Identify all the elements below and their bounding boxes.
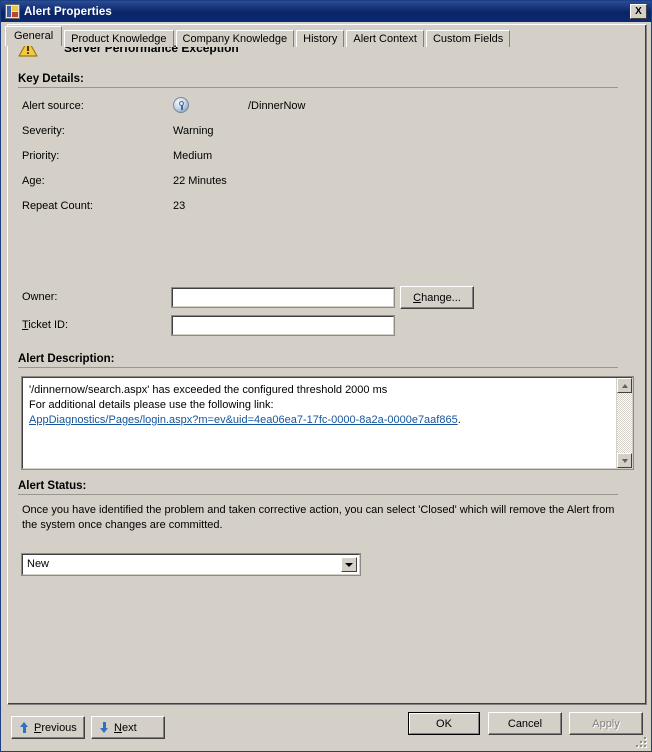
description-scrollbar[interactable]: [616, 378, 632, 468]
detail-value: Warning: [173, 125, 214, 137]
tab-alert-context[interactable]: Alert Context: [346, 30, 424, 47]
next-button[interactable]: Next: [91, 716, 165, 739]
detail-row-priority: Priority: Medium: [8, 146, 645, 171]
tab-custom-fields[interactable]: Custom Fields: [425, 30, 511, 47]
detail-row-severity: Severity: Warning: [8, 121, 645, 146]
owner-label: Owner:: [22, 291, 58, 303]
scroll-up-icon[interactable]: [617, 378, 632, 393]
description-line-3: AppDiagnostics/Pages/login.aspx?m=ev&uid…: [29, 413, 612, 428]
alert-status-heading: Alert Status:: [18, 480, 87, 492]
next-button-label: Next: [114, 721, 137, 734]
owner-input[interactable]: [171, 287, 395, 308]
ticket-id-label: Ticket ID:: [22, 319, 69, 331]
detail-label: Priority:: [22, 150, 60, 162]
tab-strip: General Product Knowledge Company Knowle…: [5, 26, 651, 47]
detail-value: 23: [173, 200, 186, 212]
ok-button-label: OK: [436, 717, 452, 730]
detail-label: Alert source:: [22, 100, 84, 112]
previous-button[interactable]: Previous: [11, 716, 85, 739]
key-details-list: Alert source: /DinnerNow Severity: Warni…: [8, 96, 645, 221]
tab-company-knowledge[interactable]: Company Knowledge: [175, 30, 295, 47]
previous-button-label: Previous: [34, 721, 77, 734]
detail-value: /DinnerNow: [248, 100, 306, 112]
apply-button[interactable]: Apply: [569, 712, 643, 735]
general-tab-page: Server Performance Exception Key Details…: [7, 24, 647, 705]
key-details-heading: Key Details:: [18, 73, 84, 85]
arrow-up-icon: [20, 722, 29, 733]
detail-label: Age:: [22, 175, 45, 187]
alert-status-dropdown[interactable]: New: [21, 553, 361, 576]
title-bar: Alert Properties X: [1, 1, 651, 22]
resize-grip[interactable]: [635, 735, 649, 749]
link-suffix: .: [457, 414, 461, 426]
chevron-down-icon[interactable]: [341, 557, 357, 572]
alert-status-value: New: [27, 558, 50, 570]
detail-row-repeat-count: Repeat Count: 23: [8, 196, 645, 221]
apply-button-label: Apply: [592, 717, 620, 730]
alert-status-rule: [18, 494, 618, 495]
scroll-down-icon[interactable]: [617, 453, 632, 468]
app-diagnostics-link[interactable]: AppDiagnostics/Pages/login.aspx?m=ev&uid…: [29, 414, 458, 426]
alert-description-box[interactable]: '/dinnernow/search.aspx' has exceeded th…: [21, 376, 634, 470]
description-line-2: For additional details please use the fo…: [29, 399, 274, 411]
detail-row-alert-source: Alert source: /DinnerNow: [8, 96, 645, 121]
tab-general[interactable]: General: [5, 26, 63, 46]
window-title: Alert Properties: [24, 5, 112, 18]
alert-properties-dialog: Alert Properties X General Product Knowl…: [0, 0, 652, 752]
key-details-rule: [18, 87, 618, 88]
detail-label: Severity:: [22, 125, 65, 137]
ok-button[interactable]: OK: [408, 712, 480, 735]
description-line-1: '/dinnernow/search.aspx' has exceeded th…: [29, 384, 388, 396]
close-icon[interactable]: X: [630, 4, 647, 19]
arrow-down-icon: [100, 722, 109, 733]
change-owner-button[interactable]: Change...: [400, 286, 474, 309]
cancel-button[interactable]: Cancel: [488, 712, 562, 735]
alert-description-text: '/dinnernow/search.aspx' has exceeded th…: [29, 383, 612, 428]
app-window-icon: [5, 4, 20, 19]
alert-status-instructions: Once you have identified the problem and…: [22, 504, 615, 531]
ticket-id-input[interactable]: [171, 315, 395, 336]
cancel-button-label: Cancel: [507, 717, 543, 730]
detail-label: Repeat Count:: [22, 200, 93, 212]
detail-value: 22 Minutes: [173, 175, 227, 187]
tab-product-knowledge[interactable]: Product Knowledge: [64, 30, 174, 47]
tab-history[interactable]: History: [296, 30, 345, 47]
alert-description-rule: [18, 367, 618, 368]
detail-row-age: Age: 22 Minutes: [8, 171, 645, 196]
alert-description-heading: Alert Description:: [18, 353, 115, 365]
alert-source-icon: [173, 97, 189, 113]
detail-value: Medium: [173, 150, 213, 162]
